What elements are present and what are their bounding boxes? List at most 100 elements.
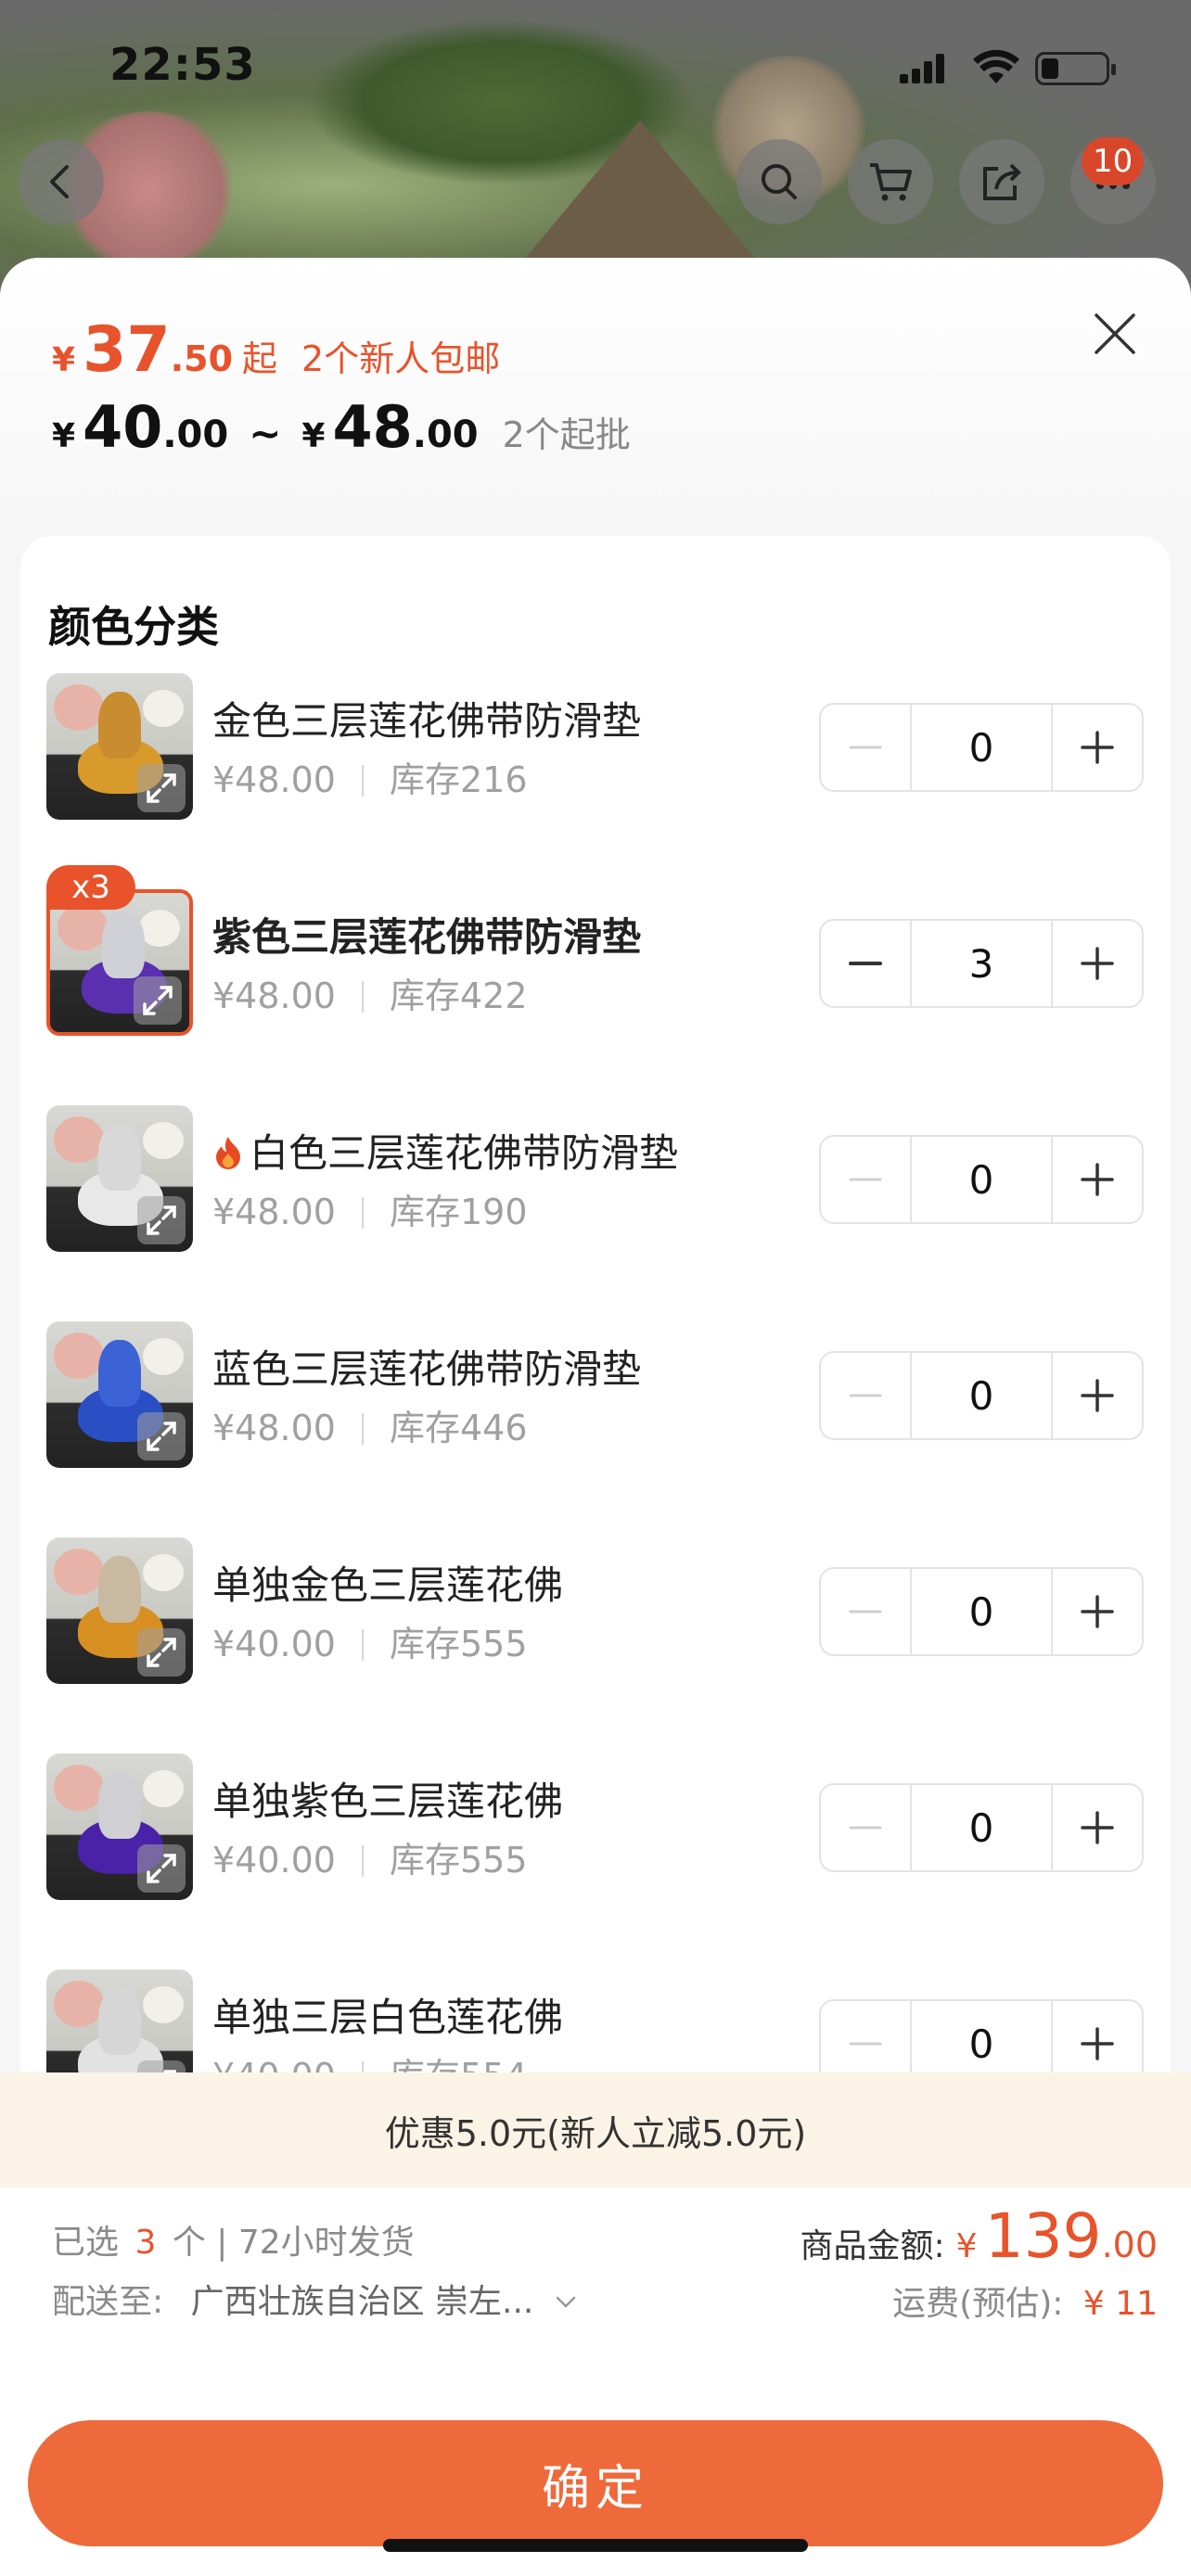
decrease-button[interactable] (821, 1569, 910, 1654)
expand-image-button[interactable] (137, 1628, 186, 1677)
selected-count: 3 (134, 2224, 157, 2262)
plus-icon (1081, 731, 1114, 764)
increase-button[interactable] (1053, 1353, 1142, 1438)
quantity-input[interactable]: 0 (910, 1137, 1053, 1222)
back-button[interactable] (19, 139, 104, 224)
freight-value: ¥ 11 (1082, 2285, 1158, 2323)
thumbnail-flower (143, 1122, 184, 1159)
delivery-address[interactable]: 配送至: 广西壮族自治区 崇左... (52, 2275, 580, 2323)
promo-tag: 2个新人包邮 (301, 338, 501, 379)
thumbnail-flower (54, 1765, 104, 1811)
expand-image-button[interactable] (137, 764, 186, 812)
sku-thumbnail[interactable] (46, 1753, 193, 1900)
total-integer: 139 (984, 2200, 1102, 2272)
promo-price-decimal: .50 (170, 338, 234, 379)
increase-button[interactable] (1053, 1569, 1142, 1654)
decrease-button[interactable] (821, 1785, 910, 1870)
sku-row: 单独金色三层莲花佛 ¥40.00 库存555 0 (20, 1537, 1171, 1686)
quantity-input[interactable]: 0 (910, 1569, 1053, 1654)
promo-price-integer: 37 (83, 313, 171, 387)
quantity-input[interactable]: 3 (910, 921, 1053, 1006)
sku-name-text: 紫色三层莲花佛带防滑垫 (212, 914, 642, 960)
price-high-integer: 48 (332, 393, 413, 461)
quantity-stepper: 0 (819, 1783, 1144, 1872)
minus-icon (849, 2042, 882, 2046)
expand-image-button[interactable] (137, 1196, 186, 1244)
sku-name-text: 白色三层莲花佛带防滑垫 (250, 1130, 679, 1176)
sku-name-text: 蓝色三层莲花佛带防滑垫 (212, 1346, 642, 1392)
expand-icon (147, 1205, 176, 1235)
selected-suffix: 个 | 72小时发货 (172, 2224, 415, 2262)
quantity-badge: x3 (46, 865, 135, 910)
selected-prefix: 已选 (52, 2224, 120, 2262)
quantity-input[interactable]: 0 (910, 705, 1053, 790)
sku-thumbnail[interactable] (46, 1537, 193, 1684)
sku-thumbnail[interactable] (46, 1105, 193, 1252)
quantity-input[interactable]: 0 (910, 1785, 1053, 1870)
wifi-icon (972, 48, 1020, 89)
quantity-stepper: 0 (819, 1351, 1144, 1440)
promo-price: ¥ 37 .50 起 2个新人包邮 (52, 313, 500, 387)
range-separator: ~ (249, 411, 282, 456)
sku-price: ¥48.00 (212, 759, 336, 800)
sku-price: ¥48.00 (212, 1408, 336, 1448)
total-label: 商品金额: (800, 2227, 945, 2265)
increase-button[interactable] (1053, 921, 1142, 1006)
freight-label: 运费(预估): (892, 2285, 1064, 2323)
cart-button[interactable] (848, 139, 933, 224)
sku-row: 蓝色三层莲花佛带防滑垫 ¥48.00 库存446 0 (20, 1321, 1171, 1470)
decrease-button[interactable] (821, 1137, 910, 1222)
status-time: 22:53 (109, 39, 256, 91)
thumbnail-flower (143, 1554, 184, 1591)
decrease-button[interactable] (821, 1353, 910, 1438)
battery-icon (1035, 52, 1116, 85)
sku-thumbnail[interactable] (46, 1321, 193, 1468)
sku-thumbnail[interactable] (46, 889, 193, 1036)
currency-symbol: ¥ (52, 341, 76, 379)
quantity-stepper: 3 (819, 919, 1144, 1008)
expand-image-button[interactable] (137, 1844, 186, 1893)
minus-icon (849, 1826, 882, 1830)
search-button[interactable] (736, 139, 822, 224)
price-low-decimal: .00 (162, 414, 229, 456)
quantity-input[interactable]: 0 (910, 1353, 1053, 1438)
minus-icon (849, 1610, 882, 1613)
close-button[interactable] (1085, 304, 1145, 363)
sku-name: 单独金色三层莲花佛 (212, 1554, 563, 1611)
thumbnail-flower (143, 1986, 184, 2023)
total-decimal: .00 (1101, 2225, 1158, 2265)
thumbnail-flower (143, 690, 184, 727)
sku-meta: ¥40.00 库存555 (212, 1615, 528, 1666)
home-indicator (383, 2539, 808, 2552)
sku-thumbnail[interactable] (46, 673, 193, 820)
sku-stock: 库存216 (389, 759, 528, 800)
sku-stock: 库存555 (389, 1624, 528, 1664)
search-icon (762, 164, 797, 199)
currency-symbol: ¥ (955, 2227, 978, 2265)
selected-summary: 已选 3 个 | 72小时发货 (52, 2215, 415, 2264)
thumbnail-buddha (98, 692, 141, 759)
confirm-button[interactable]: 确定 (28, 2420, 1163, 2546)
increase-button[interactable] (1053, 1137, 1142, 1222)
share-button[interactable] (959, 139, 1044, 224)
quantity-stepper: 0 (819, 1567, 1144, 1656)
decrease-button[interactable] (821, 705, 910, 790)
price-high-decimal: .00 (412, 414, 479, 456)
price-header: ¥ 37 .50 起 2个新人包邮 ¥ 40 .00 ~ ¥ 48 .00 2个… (0, 258, 1191, 536)
cart-icon (870, 163, 912, 201)
sku-stock: 库存555 (389, 1840, 528, 1881)
thumbnail-flower (143, 1770, 184, 1807)
total-amount: 商品金额: ¥ 139 .00 (800, 2200, 1158, 2272)
divider (361, 981, 364, 1013)
increase-button[interactable] (1053, 1785, 1142, 1870)
expand-image-button[interactable] (134, 976, 182, 1025)
chevron-left-icon (50, 165, 69, 198)
price-range: ¥ 40 .00 ~ ¥ 48 .00 2个起批 (52, 393, 631, 461)
sku-meta: ¥48.00 库存190 (212, 1183, 528, 1234)
discount-banner: 优惠5.0元(新人立减5.0元) (0, 2072, 1191, 2187)
expand-image-button[interactable] (137, 1412, 186, 1460)
thumbnail-buddha (98, 1988, 141, 2055)
increase-button[interactable] (1053, 705, 1142, 790)
decrease-button[interactable] (821, 921, 910, 1006)
price-low-integer: 40 (83, 393, 163, 461)
